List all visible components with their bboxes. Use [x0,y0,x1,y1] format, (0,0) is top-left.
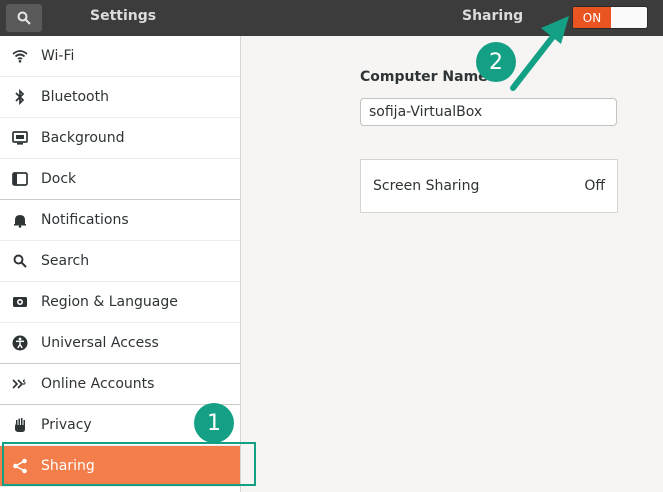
sidebar-item-background[interactable]: Background [0,118,240,159]
sidebar-item-label: Bluetooth [41,89,109,105]
sidebar-item-label: Region & Language [41,294,178,310]
step-1-badge: 1 [194,403,234,443]
sharing-toggle[interactable]: ON [572,6,648,29]
sidebar-item-notifications[interactable]: Notifications [0,200,240,241]
bluetooth-icon [11,88,29,106]
accessibility-icon [11,334,29,352]
background-icon [11,129,29,147]
bell-icon [11,211,29,229]
computer-name-field[interactable] [360,98,617,126]
sidebar-item-search[interactable]: Search [0,241,240,282]
sidebar-item-label: Universal Access [41,335,159,351]
screen-sharing-label: Screen Sharing [373,178,480,194]
step-2-arrow [510,16,569,91]
sidebar-item-wifi[interactable]: Wi-Fi [0,36,240,77]
screen-sharing-status: Off [584,178,605,194]
sidebar-item-region-language[interactable]: Region & Language [0,282,240,323]
search-icon [17,11,31,25]
sidebar-item-label: Wi-Fi [41,48,75,64]
sidebar-item-label: Search [41,253,90,269]
sidebar-item-label: Online Accounts [41,376,155,392]
wifi-icon [11,47,29,65]
sidebar-item-label: Privacy [41,417,92,433]
sidebar-item-bluetooth[interactable]: Bluetooth [0,77,240,118]
app-title: Settings [90,8,157,24]
sidebar-item-label: Dock [41,171,77,187]
toggle-on-label: ON [573,7,611,28]
sidebar-item-universal-access[interactable]: Universal Access [0,323,240,364]
sidebar-item-online-accounts[interactable]: Online Accounts [0,364,240,405]
search-icon [11,252,29,270]
search-button[interactable] [6,4,42,32]
computer-name-label: Computer Name [360,69,488,85]
sharing-highlight-box [2,442,256,486]
sidebar-item-dock[interactable]: Dock [0,159,240,200]
sidebar-item-label: Background [41,130,125,146]
region-icon [11,293,29,311]
hand-icon [11,416,29,434]
dock-icon [11,170,29,188]
screen-sharing-row[interactable]: Screen Sharing Off [360,159,618,213]
online-accounts-icon [11,375,29,393]
sidebar-item-label: Notifications [41,212,129,228]
